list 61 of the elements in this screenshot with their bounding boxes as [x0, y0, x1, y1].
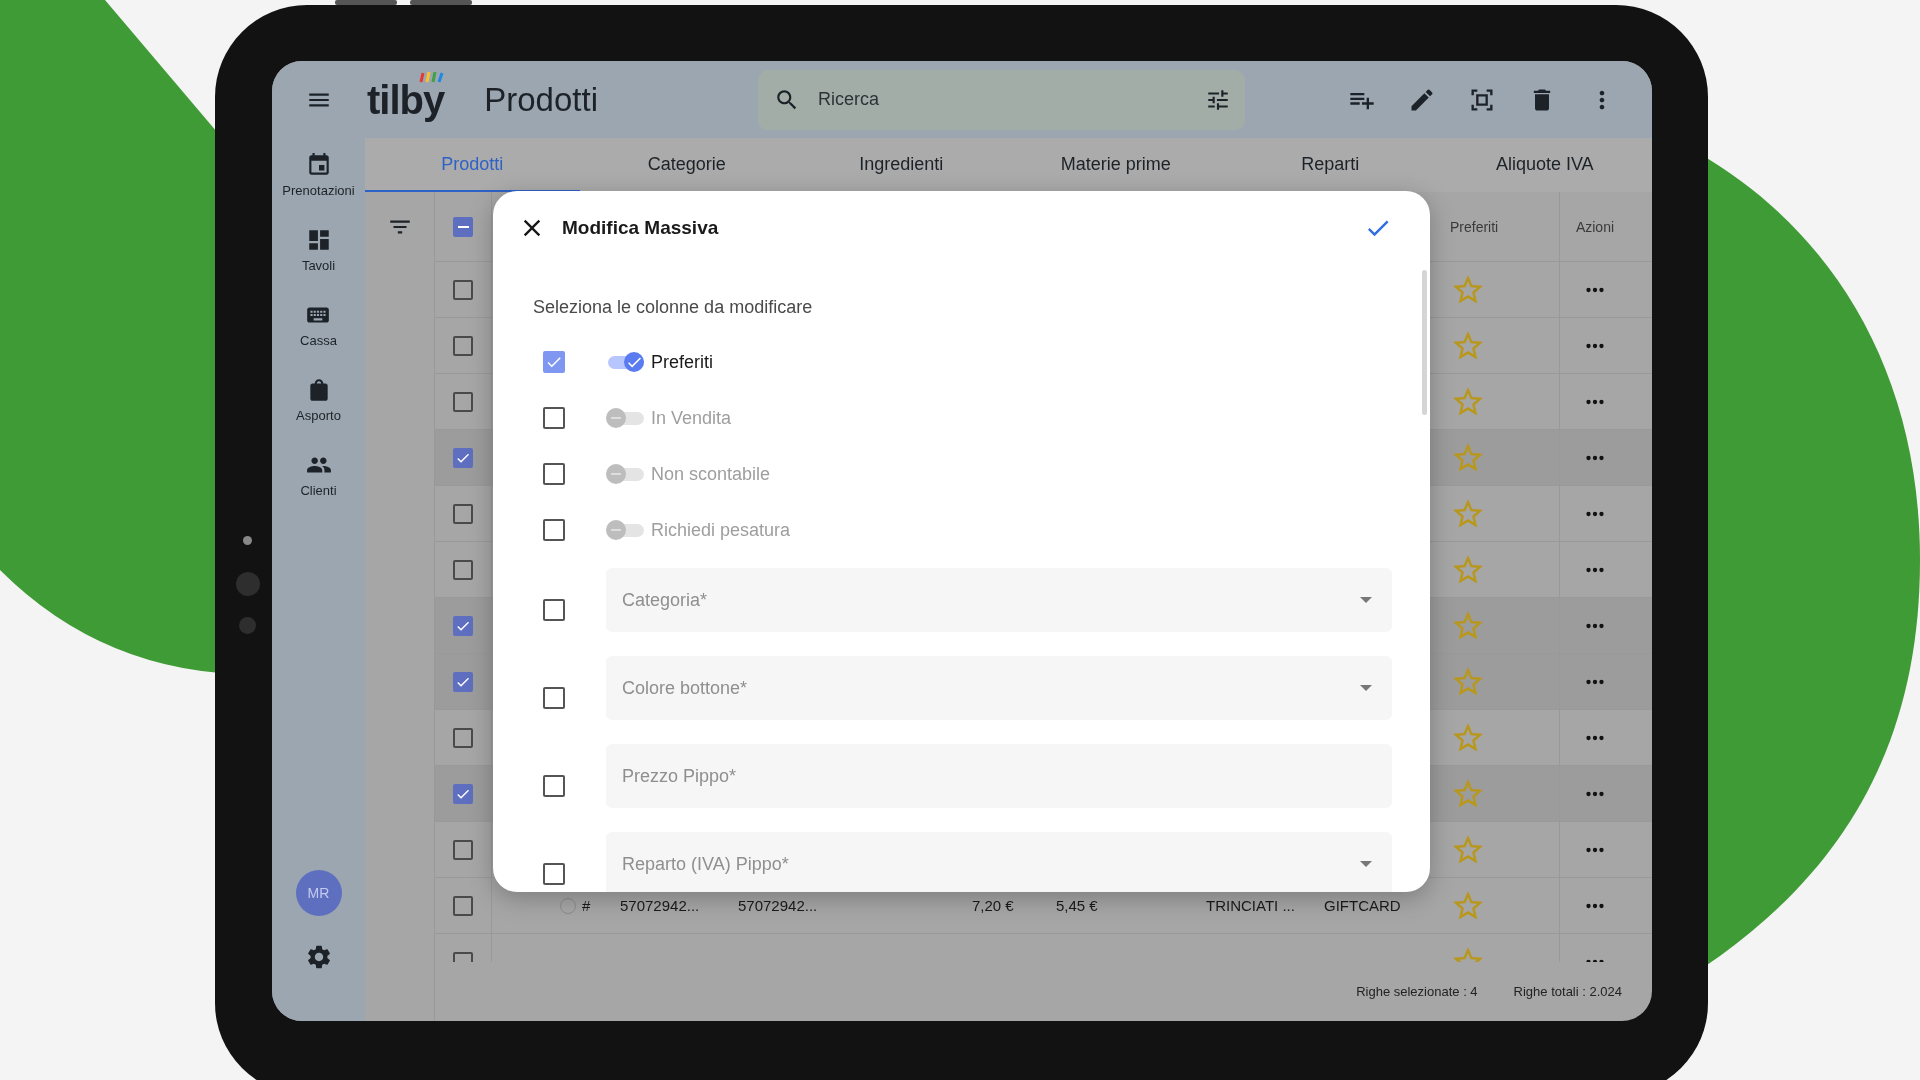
table-cell-text: # — [582, 897, 592, 914]
dialog-title: Modifica Massiva — [562, 217, 719, 239]
checkbox[interactable] — [453, 279, 473, 300]
checkbox[interactable] — [453, 335, 473, 356]
table-cell-text: 5,45 € — [1056, 897, 1099, 914]
checkbox[interactable] — [453, 671, 473, 692]
tab[interactable]: Ingredienti — [794, 138, 1009, 192]
logo-text: tilby — [367, 79, 445, 120]
toggle-label: Richiedi pesatura — [651, 519, 791, 541]
tab[interactable]: Materie prime — [1008, 138, 1223, 192]
total-count: Righe totali : 2.024 — [1513, 984, 1622, 999]
table-cell-text: 57072942... — [738, 897, 819, 914]
search-field[interactable]: Ricerca — [757, 69, 1245, 130]
dropdown-field[interactable]: Reparto (IVA) Pippo* — [606, 832, 1392, 892]
caret-icon — [1360, 685, 1372, 691]
tab[interactable]: Reparti — [1223, 138, 1438, 192]
input-field[interactable]: Prezzo Pippo* — [606, 744, 1392, 808]
checkbox[interactable] — [453, 391, 473, 412]
checkbox[interactable] — [453, 895, 473, 916]
table-cell-text: 57072942... — [620, 897, 701, 914]
toggle-label: Non scontabile — [651, 463, 771, 485]
sidebar-item[interactable]: Clienti — [300, 452, 337, 527]
checkbox[interactable] — [453, 447, 473, 468]
dialog-subtitle: Seleziona le colonne da modificare — [533, 297, 814, 318]
toggle-label: In Vendita — [651, 407, 732, 429]
page-title: Prodotti — [484, 80, 598, 119]
scrollbar-thumb[interactable] — [1422, 270, 1427, 415]
caret-icon — [1360, 597, 1372, 603]
checkbox[interactable] — [543, 687, 565, 709]
checkbox[interactable] — [453, 559, 473, 580]
camera-dot — [243, 536, 252, 545]
checkbox[interactable] — [543, 599, 565, 621]
checkbox[interactable] — [453, 503, 473, 524]
column-header: Preferiti — [1450, 218, 1499, 235]
check-icon — [627, 356, 641, 368]
tab[interactable]: Aliquote IVA — [1437, 138, 1652, 192]
table-cell-text: GIFTCARD — [1324, 897, 1402, 914]
sidebar-item[interactable]: Tavoli — [301, 227, 336, 302]
selected-count: Righe selezionate : 4 — [1356, 984, 1478, 999]
checkbox[interactable] — [453, 727, 473, 748]
logo-stripes-icon — [419, 69, 445, 84]
search-input[interactable]: Ricerca — [815, 88, 1189, 111]
dropdown-field[interactable]: Categoria* — [606, 568, 1392, 632]
dropdown-field[interactable]: Colore bottone* — [606, 656, 1392, 720]
table-cell-text: 7,20 € — [972, 897, 1015, 914]
sidebar-item[interactable]: Prenotazioni — [282, 152, 355, 227]
sidebar-item[interactable]: Cassa — [300, 302, 337, 377]
sidebar-item[interactable]: Asporto — [296, 377, 341, 452]
tab[interactable]: Categorie — [579, 138, 794, 192]
select-all-checkbox[interactable] — [453, 216, 473, 237]
toggle-label: Preferiti — [651, 351, 713, 373]
checkbox[interactable] — [453, 839, 473, 860]
toggle-switch[interactable] — [606, 351, 646, 373]
checkbox[interactable] — [453, 615, 473, 636]
column-header: Azioni — [1575, 218, 1615, 235]
checkbox[interactable] — [543, 863, 565, 885]
checkbox[interactable] — [543, 775, 565, 797]
checkbox[interactable] — [543, 351, 565, 373]
caret-icon — [1360, 861, 1372, 867]
table-cell-text: TRINCIATI ... — [1206, 897, 1296, 914]
checkbox[interactable] — [453, 783, 473, 804]
